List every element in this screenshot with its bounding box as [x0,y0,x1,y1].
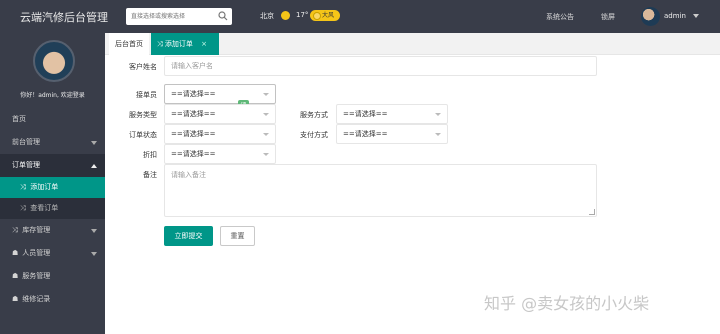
chevron-down-icon [91,229,97,233]
chevron-up-icon [91,164,97,168]
search-icon[interactable] [218,11,228,21]
sidebar-item-label: 订单管理 [12,161,40,169]
tab-add-order[interactable]: ⤨ 添加订单 × [151,33,219,55]
service-type-label: 服务类型 [129,111,157,119]
submenu-item-add-order[interactable]: ⤨ 添加订单 [0,177,105,198]
system-announcement-link[interactable]: 系统公告 [546,12,574,22]
sun-icon [281,11,290,20]
sidebar-item-staff[interactable]: ☗ 人员管理 [0,242,105,265]
remark-textarea[interactable]: 请输入备注 [164,164,597,217]
submenu-item-view-orders[interactable]: ⤨ 查看订单 [0,198,105,219]
chevron-down-icon [263,113,269,116]
app-title: 云端汽修后台管理 [20,11,108,24]
sidebar-item-services[interactable]: ☗ 服务管理 [0,265,105,288]
sidebar: 你好！admin, 欢迎登录 首页 前台管理 订单管理 ⤨ 添加订单 ⤨ 查看订… [0,33,105,334]
search-box[interactable] [126,8,232,25]
receiver-value: ==请选择== [171,90,216,98]
users-icon: ☗ [12,249,19,257]
profile-avatar [33,40,75,82]
sidebar-item-orders[interactable]: 订单管理 [0,154,105,177]
remark-placeholder: 请输入备注 [171,171,206,179]
chevron-down-icon [435,133,441,136]
shuffle-icon: ⤨ [20,183,26,191]
discount-label: 折扣 [143,151,157,159]
user-name[interactable]: admin [664,12,686,20]
top-bar: 云端汽修后台管理 北京 17° 大风 系统公告 锁屏 admin [0,0,720,33]
service-mode-value: ==请选择== [343,110,388,118]
remark-label: 备注 [143,171,157,179]
resize-handle[interactable] [589,209,595,215]
orders-submenu: ⤨ 添加订单 ⤨ 查看订单 [0,177,105,219]
submenu-item-label: 查看订单 [30,204,59,212]
service-type-value: ==请选择== [171,110,216,118]
watermark: 知乎 @卖女孩的小火柴 [484,294,650,313]
tab-bar: 后台首页 ⤨ 添加订单 × [105,33,720,55]
reset-button[interactable]: 重置 [220,226,255,246]
shuffle-icon: ⤨ [20,204,26,212]
weather-city: 北京 [260,12,274,20]
shuffle-icon: ⤨ [157,40,163,48]
sidebar-item-label: 服务管理 [22,272,51,280]
sidebar-item-frontend[interactable]: 前台管理 [0,131,105,154]
lock-screen-link[interactable]: 锁屏 [601,12,615,22]
chevron-down-icon [263,153,269,156]
discount-select[interactable]: ==请选择== [164,144,276,164]
customer-name-label: 客户姓名 [129,63,157,71]
service-icon: ☗ [12,272,19,280]
sidebar-item-label: 前台管理 [12,138,40,146]
submit-button[interactable]: 立即提交 [164,226,213,246]
service-mode-label: 服务方式 [300,111,328,119]
sidebar-item-label: 维修记录 [22,295,51,303]
payment-method-value: ==请选择== [343,130,388,138]
chevron-down-icon [91,141,97,145]
receiver-select[interactable]: ==请选择== [164,84,276,104]
service-type-select[interactable]: ==请选择== [164,104,276,124]
customer-name-input[interactable]: 请输入客户名 [164,56,597,76]
chevron-down-icon [263,93,269,96]
welcome-text: 你好！admin, 欢迎登录 [20,92,85,99]
search-input[interactable] [126,8,216,25]
chevron-down-icon[interactable] [693,14,699,18]
discount-value: ==请选择== [171,150,216,158]
weather-condition-badge: 大风 [310,10,341,21]
order-status-select[interactable]: ==请选择== [164,124,276,144]
sidebar-item-label: 首页 [12,115,26,123]
user-avatar[interactable] [641,7,660,26]
order-status-value: ==请选择== [171,130,216,138]
service-mode-select[interactable]: ==请选择== [336,104,448,124]
sidebar-item-repair-records[interactable]: ☗ 维修记录 [0,288,105,311]
sidebar-item-label: 库存管理 [22,226,51,234]
order-status-label: 订单状态 [129,131,157,139]
chevron-down-icon [435,113,441,116]
close-icon[interactable]: × [201,40,207,48]
shuffle-icon: ⤨ [12,226,18,234]
payment-method-label: 支付方式 [300,131,328,139]
tab-home[interactable]: 后台首页 [109,33,149,55]
tab-label: 添加订单 [164,40,193,48]
sidebar-item-home[interactable]: 首页 [0,108,105,131]
payment-method-select[interactable]: ==请选择== [336,124,448,144]
chevron-down-icon [91,252,97,256]
receiver-label: 接单员 [136,91,157,99]
sidebar-item-label: 人员管理 [22,249,51,257]
sidebar-item-inventory[interactable]: ⤨ 库存管理 [0,219,105,242]
weather-temperature: 17° [296,11,309,19]
sidebar-menu: 首页 前台管理 订单管理 ⤨ 添加订单 ⤨ 查看订单 ⤨ 库存管理 ☗ 人员管理… [0,108,105,311]
record-icon: ☗ [12,295,19,303]
submenu-item-label: 添加订单 [30,183,59,191]
chevron-down-icon [263,133,269,136]
